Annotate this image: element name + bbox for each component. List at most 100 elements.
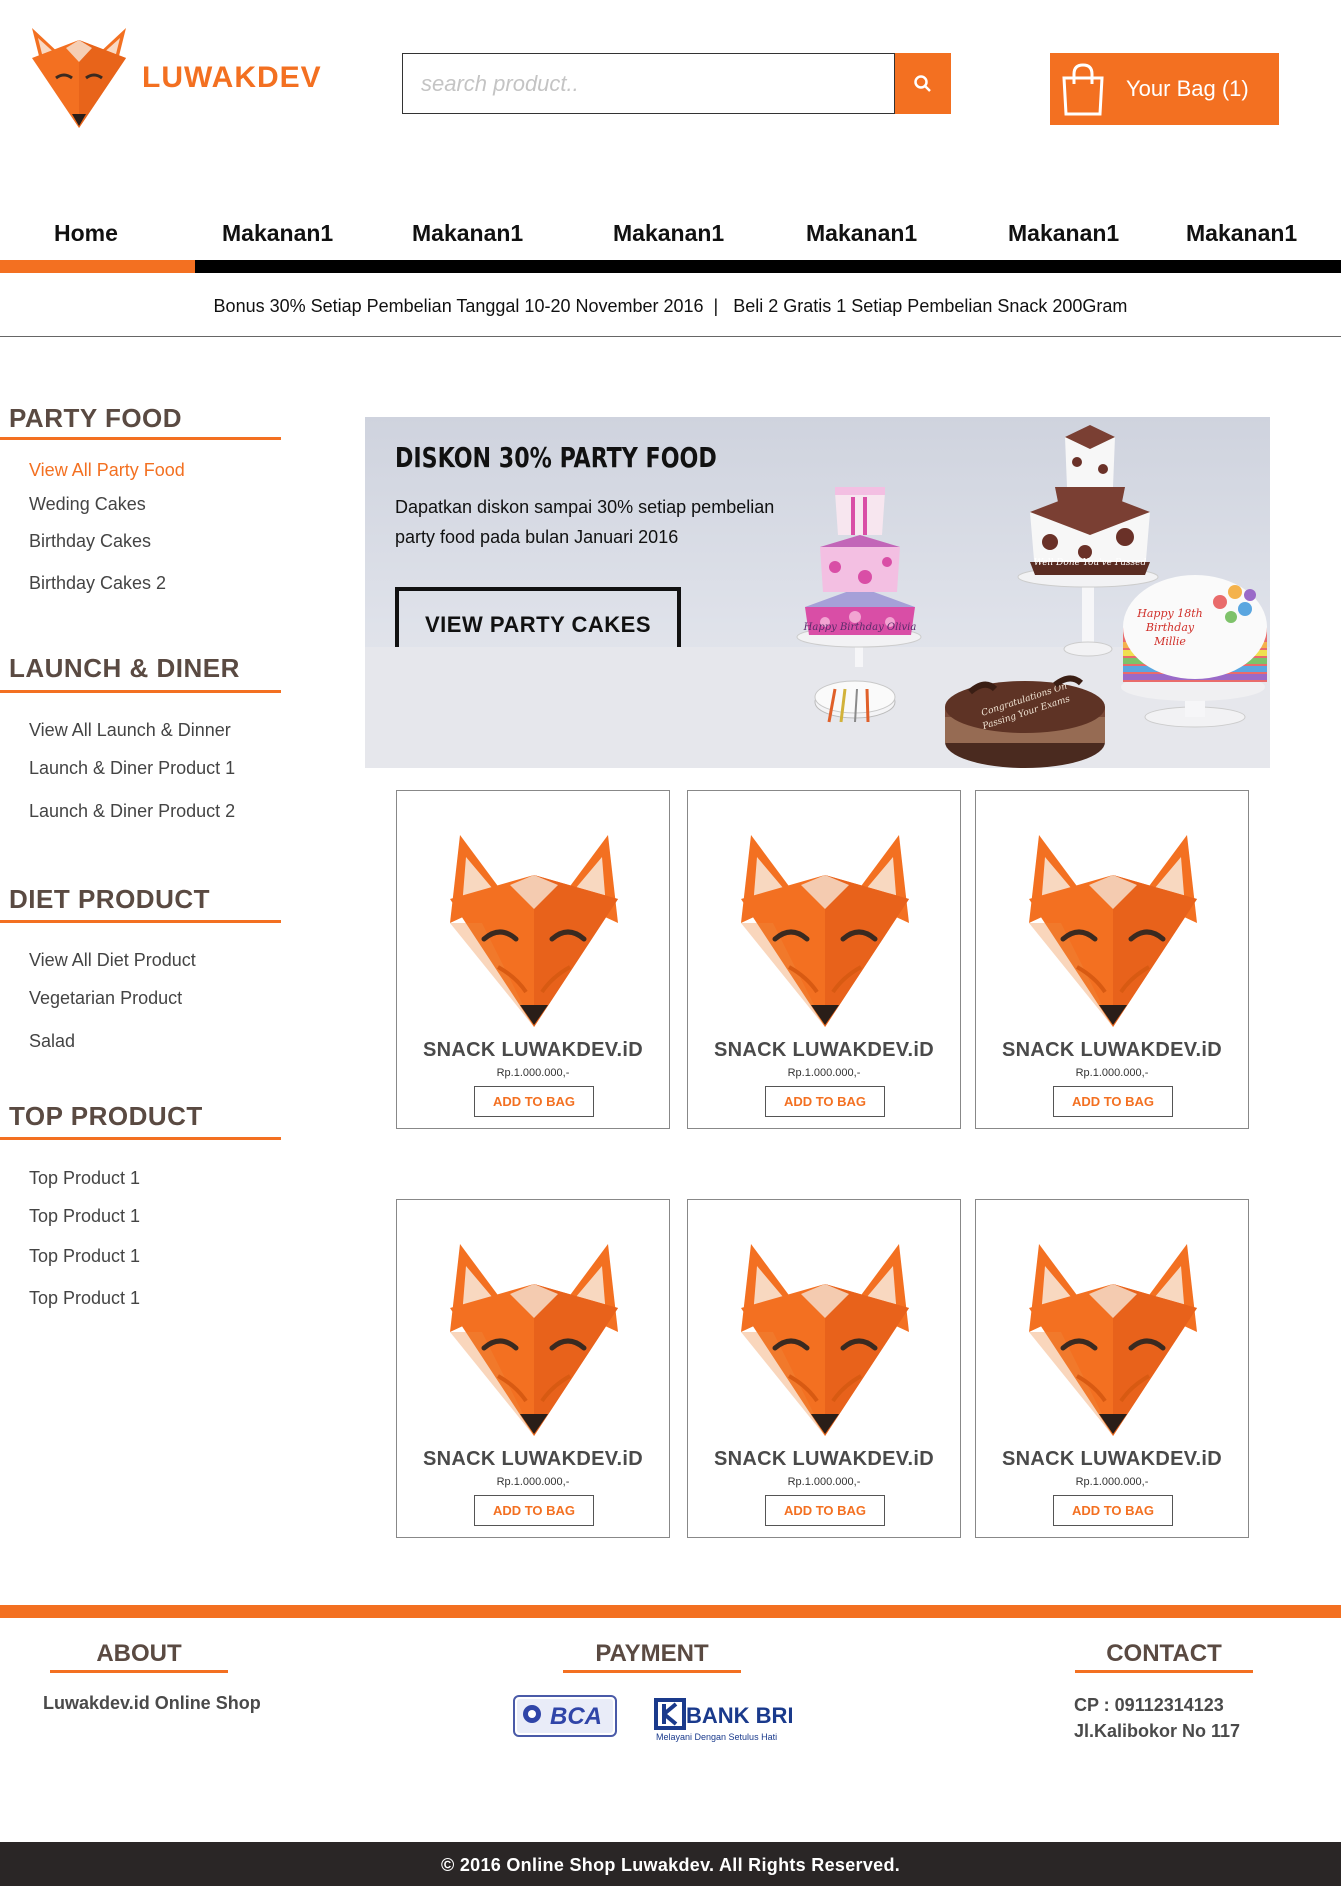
contact-address: Jl.Kalibokor No 117 (1074, 1721, 1241, 1741)
sidebar-link[interactable]: Salad (29, 1031, 75, 1052)
nav-item-makanan[interactable]: Makanan1 (412, 220, 523, 247)
sidebar-heading: DIET PRODUCT (9, 884, 210, 914)
fox-product-icon (450, 835, 618, 1027)
sidebar-link[interactable]: Top Product 1 (29, 1206, 140, 1227)
product-image (1021, 827, 1205, 1032)
footer-heading: ABOUT (96, 1640, 182, 1667)
product-card[interactable]: SNACK LUWAKDEV.iD Rp.1.000.000,- ADD TO BA… (975, 790, 1249, 1129)
divider (0, 437, 281, 440)
add-to-bag-button[interactable]: ADD TO BAG (474, 1086, 594, 1117)
sidebar-link[interactable]: Birthday Cakes 2 (29, 573, 166, 594)
promo-text: Bonus 30% Setiap Pembelian Tanggal 10-20… (213, 296, 1128, 316)
sidebar-link[interactable]: Launch & Diner Product 1 (29, 758, 235, 779)
sidebar-link[interactable]: View All Party Food (29, 460, 185, 481)
fox-logo-icon (32, 28, 126, 128)
nav-item-makanan[interactable]: Makanan1 (222, 220, 333, 247)
product-price: Rp.1.000.000,- (496, 1067, 570, 1079)
nav-active-indicator (0, 260, 195, 273)
sidebar-link[interactable]: Weding Cakes (29, 494, 146, 515)
product-image (733, 827, 917, 1032)
brand-logo[interactable]: LUWAKDEV (32, 28, 322, 128)
about-text: Luwakdev.id Online Shop (43, 1693, 261, 1713)
nav-item-makanan[interactable]: Makanan1 (1186, 220, 1297, 247)
fox-product-icon (1029, 835, 1197, 1027)
fox-product-icon (1029, 1244, 1197, 1436)
product-name: SNACK LUWAKDEV.iD (714, 1039, 934, 1061)
product-name: SNACK LUWAKDEV.iD (423, 1448, 643, 1470)
product-card[interactable]: SNACK LUWAKDEV.iD Rp.1.000.000,- ADD TO BA… (396, 790, 670, 1129)
sidebar-link[interactable]: Top Product 1 (29, 1288, 140, 1309)
sidebar-link[interactable]: Top Product 1 (29, 1246, 140, 1267)
contact-info: CP : 09112314123 Jl.Kalibokor No 117 (1074, 1692, 1240, 1744)
sidebar-link[interactable]: Launch & Diner Product 2 (29, 801, 235, 822)
product-card[interactable]: SNACK LUWAKDEV.iD Rp.1.000.000,- ADD TO BA… (687, 790, 961, 1129)
product-image (1021, 1236, 1205, 1441)
sidebar-link[interactable]: View All Launch & Dinner (29, 720, 231, 741)
promo-banner: DISKON 30% PARTY FOOD Dapatkan diskon sa… (365, 417, 1270, 768)
product-card[interactable]: SNACK LUWAKDEV.iD Rp.1.000.000,- ADD TO BA… (687, 1199, 961, 1538)
bag-label: Your Bag (1) (1126, 76, 1249, 101)
product-card[interactable]: SNACK LUWAKDEV.iD Rp.1.000.000,- ADD TO BA… (975, 1199, 1249, 1538)
cake-text: Birthday (1145, 621, 1195, 634)
bri-logo-text: BANK BRI (686, 1703, 792, 1728)
footer-divider (0, 1605, 1341, 1618)
product-card[interactable]: SNACK LUWAKDEV.iD Rp.1.000.000,- ADD TO BA… (396, 1199, 670, 1538)
fox-product-icon (741, 835, 909, 1027)
add-to-bag-button[interactable]: ADD TO BAG (1053, 1086, 1173, 1117)
cake-text: Happy 18th (1136, 607, 1202, 620)
bca-logo-text: BCA (550, 1703, 602, 1730)
nav-item-makanan[interactable]: Makanan1 (613, 220, 724, 247)
fox-product-icon (741, 1244, 909, 1436)
bri-tagline: Melayani Dengan Setulus Hati (656, 1732, 777, 1742)
divider (563, 1670, 741, 1673)
fox-product-icon (450, 1244, 618, 1436)
copyright-text: © 2016 Online Shop Luwakdev. All Rights … (0, 1842, 1341, 1886)
sidebar-heading: TOP PRODUCT (9, 1101, 203, 1131)
bri-logo-icon: BANK BRI Melayani Dengan Setulus Hati (654, 1698, 792, 1742)
divider (1075, 1670, 1253, 1673)
divider (0, 336, 1341, 337)
main-nav: Home Makanan1 Makanan1 Makanan1 Makanan1… (0, 210, 1341, 258)
sidebar-link[interactable]: View All Diet Product (29, 950, 196, 971)
sidebar-link[interactable]: Birthday Cakes (29, 531, 151, 552)
divider (0, 920, 281, 923)
product-image (733, 1236, 917, 1441)
sidebar-heading: LAUNCH & DINER (9, 653, 240, 683)
divider (0, 1137, 281, 1140)
sidebar-link[interactable]: Vegetarian Product (29, 988, 182, 1009)
add-to-bag-button[interactable]: ADD TO BAG (1053, 1495, 1173, 1526)
product-name: SNACK LUWAKDEV.iD (423, 1039, 643, 1061)
shopping-bag-icon (1062, 63, 1104, 116)
product-price: Rp.1.000.000,- (1075, 1067, 1149, 1079)
product-image (442, 827, 626, 1032)
sidebar-link[interactable]: Top Product 1 (29, 1168, 140, 1189)
cake-text: Happy Birthday Olivia (803, 622, 917, 633)
add-to-bag-button[interactable]: ADD TO BAG (474, 1495, 594, 1526)
cakes-image: Happy Birthday Olivia Well Done You've P… (365, 425, 1270, 768)
search-input[interactable] (402, 53, 895, 114)
nav-item-makanan[interactable]: Makanan1 (1008, 220, 1119, 247)
bag-button[interactable]: Your Bag (1) (1050, 53, 1279, 125)
nav-item-home[interactable]: Home (54, 220, 118, 247)
search-button[interactable] (895, 53, 951, 114)
footer-heading: CONTACT (1106, 1640, 1222, 1667)
nav-item-makanan[interactable]: Makanan1 (806, 220, 917, 247)
sidebar-heading: PARTY FOOD (9, 403, 183, 433)
product-name: SNACK LUWAKDEV.iD (1002, 1448, 1222, 1470)
add-to-bag-button[interactable]: ADD TO BAG (765, 1086, 885, 1117)
product-price: Rp.1.000.000,- (787, 1476, 861, 1488)
bca-logo-icon: BCA (513, 1695, 617, 1737)
product-image (442, 1236, 626, 1441)
cake-text: Well Done You've Passed (1034, 558, 1147, 568)
cake-text: Millie (1153, 635, 1186, 648)
divider (50, 1670, 228, 1673)
add-to-bag-button[interactable]: ADD TO BAG (765, 1495, 885, 1526)
divider (0, 690, 281, 693)
product-name: SNACK LUWAKDEV.iD (1002, 1039, 1222, 1061)
product-price: Rp.1.000.000,- (787, 1067, 861, 1079)
footer-heading: PAYMENT (595, 1640, 709, 1667)
search-bar (402, 53, 951, 114)
product-price: Rp.1.000.000,- (1075, 1476, 1149, 1488)
brand-name: LUWAKDEV (142, 61, 322, 94)
product-price: Rp.1.000.000,- (496, 1476, 570, 1488)
